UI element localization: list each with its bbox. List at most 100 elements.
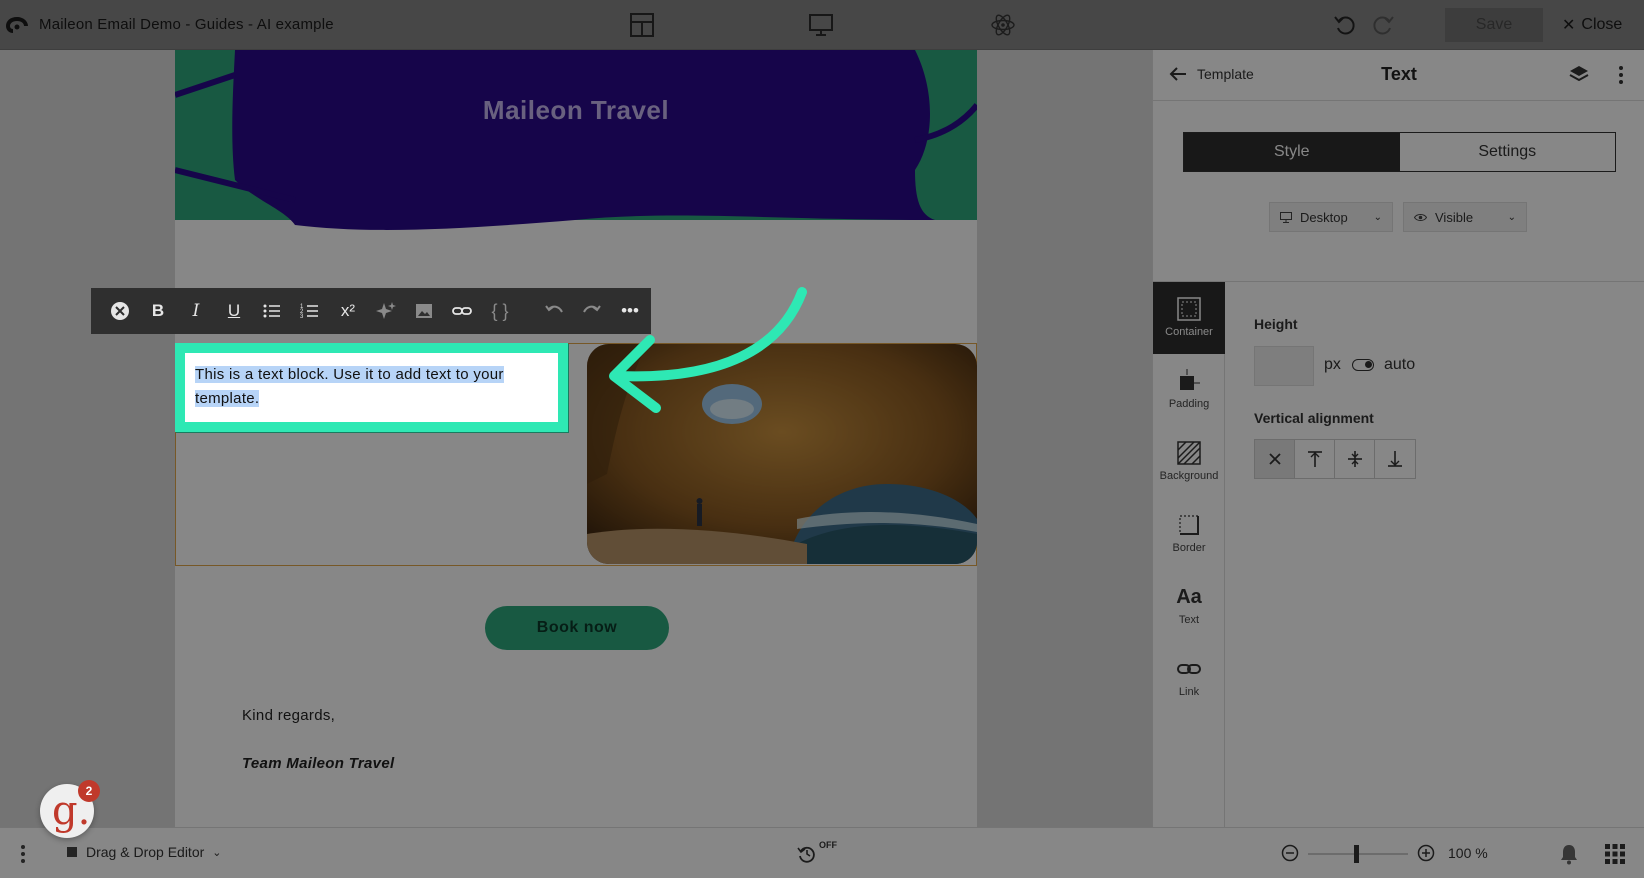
- close-label: Close: [1581, 16, 1623, 33]
- signature-text[interactable]: Team Maileon Travel: [242, 755, 394, 772]
- side-tab-container[interactable]: Container: [1153, 282, 1225, 354]
- chevron-down-icon: ⌄: [212, 846, 222, 859]
- maileon-logo-icon: [6, 17, 28, 33]
- svg-text:3: 3: [300, 314, 304, 320]
- chevron-down-icon: ⌄: [1507, 211, 1516, 223]
- device-dropdown[interactable]: Desktop ⌄: [1269, 202, 1393, 232]
- ai-sparkle-icon[interactable]: [367, 288, 405, 334]
- height-auto-label: auto: [1384, 356, 1416, 373]
- text-aa-icon: Aa: [1176, 586, 1202, 608]
- italic-icon[interactable]: I: [177, 288, 215, 334]
- code-braces-icon[interactable]: { }: [481, 288, 519, 334]
- link-icon[interactable]: [443, 288, 481, 334]
- panel-divider: [1153, 281, 1644, 282]
- side-tab-link[interactable]: Link: [1153, 642, 1225, 714]
- superscript-icon[interactable]: x²: [329, 288, 367, 334]
- close-icon: ✕: [1562, 17, 1576, 34]
- top-bar: Maileon Email Demo - Guides - AI example…: [0, 0, 1644, 50]
- tab-style[interactable]: Style: [1184, 133, 1400, 171]
- chevron-down-icon: ⌄: [1373, 211, 1382, 223]
- valign-top-button[interactable]: [1295, 440, 1335, 478]
- zoom-in-icon[interactable]: [1417, 844, 1435, 862]
- save-button[interactable]: Save: [1445, 8, 1543, 42]
- bold-icon[interactable]: B: [139, 288, 177, 334]
- eye-icon: [1414, 213, 1427, 221]
- side-tab-label: Padding: [1168, 398, 1210, 410]
- redo-icon[interactable]: [1370, 12, 1396, 38]
- side-tab-padding[interactable]: Padding: [1153, 354, 1225, 426]
- autosave-history-icon: [797, 846, 815, 863]
- numbered-list-icon[interactable]: 123: [291, 288, 329, 334]
- side-tab-label: Link: [1178, 686, 1200, 698]
- side-tab-label: Border: [1172, 542, 1206, 554]
- side-tab-background[interactable]: Background: [1153, 426, 1225, 498]
- text-block-highlight[interactable]: This is a text block. Use it to add text…: [175, 343, 568, 432]
- header-title: Maileon Travel: [482, 95, 670, 125]
- valign-middle-button[interactable]: [1335, 440, 1375, 478]
- align-middle-icon: [1347, 451, 1362, 467]
- editor-icon: [67, 847, 77, 857]
- text-block-highlight-content[interactable]: This is a text block. Use it to add text…: [195, 366, 504, 407]
- container-icon: [1177, 297, 1201, 321]
- zoom-out-icon[interactable]: [1281, 844, 1299, 862]
- height-auto-toggle[interactable]: [1352, 359, 1374, 371]
- x-icon: [1268, 453, 1281, 465]
- align-top-icon: [1307, 451, 1322, 467]
- vertical-alignment-label: Vertical alignment: [1254, 410, 1374, 426]
- side-tab-text[interactable]: Aa Text: [1153, 570, 1225, 642]
- header-banner[interactable]: Maileon Travel: [175, 50, 977, 245]
- app-title: Maileon Email Demo - Guides - AI example: [39, 16, 334, 33]
- monitor-icon: [1280, 211, 1292, 223]
- editor-mode-label: Drag & Drop Editor: [86, 844, 205, 860]
- tab-settings[interactable]: Settings: [1399, 133, 1615, 171]
- book-now-button[interactable]: Book now: [485, 606, 669, 650]
- height-input[interactable]: [1254, 346, 1314, 386]
- layout-grid-icon[interactable]: [629, 12, 655, 38]
- panel-menu-icon[interactable]: [1614, 64, 1628, 86]
- visibility-dropdown[interactable]: Visible ⌄: [1403, 202, 1527, 232]
- side-tab-label: Container: [1165, 326, 1213, 338]
- zoom-slider-thumb[interactable]: [1354, 845, 1359, 863]
- desktop-preview-icon[interactable]: [808, 12, 834, 38]
- padding-icon: [1180, 369, 1200, 390]
- email-canvas: Maileon Travel This is a text block. Use…: [0, 50, 1152, 827]
- align-bottom-icon: [1388, 451, 1402, 467]
- bottom-bar: Drag & Drop Editor ⌄ OFF 100 %: [0, 827, 1644, 878]
- device-dropdown-value: Desktop: [1300, 209, 1348, 225]
- side-tab-border[interactable]: Border: [1153, 498, 1225, 570]
- valign-none-button[interactable]: [1255, 440, 1295, 478]
- underline-icon[interactable]: U: [215, 288, 253, 334]
- guide-count-badge: 2: [78, 780, 100, 802]
- bullet-list-icon[interactable]: [253, 288, 291, 334]
- height-label: Height: [1254, 316, 1298, 332]
- autosave-toggle[interactable]: OFF: [797, 840, 841, 866]
- more-menu-icon[interactable]: [20, 844, 26, 864]
- email-body: Maileon Travel This is a text block. Use…: [175, 50, 977, 827]
- style-side-tabs: Container Padding Background Border Aa T…: [1153, 282, 1225, 827]
- panel-header: Template Text: [1153, 50, 1644, 101]
- editor-mode-dropdown[interactable]: Drag & Drop Editor ⌄: [66, 844, 222, 860]
- ai-atom-icon[interactable]: [990, 12, 1016, 38]
- undo-icon[interactable]: [1332, 12, 1358, 38]
- valign-bottom-button[interactable]: [1375, 440, 1415, 478]
- close-button[interactable]: ✕ Close: [1562, 15, 1622, 35]
- link-icon: [1177, 664, 1201, 674]
- regards-text[interactable]: Kind regards,: [242, 707, 335, 724]
- image-icon[interactable]: [405, 288, 443, 334]
- layers-icon[interactable]: [1568, 64, 1590, 86]
- border-icon: [1179, 515, 1199, 535]
- guide-arrow-icon: [609, 287, 807, 413]
- style-settings-tabs: Style Settings: [1183, 132, 1616, 172]
- apps-grid-icon[interactable]: [1603, 842, 1627, 866]
- notifications-bell-icon[interactable]: [1559, 843, 1579, 865]
- autosave-state: OFF: [819, 840, 837, 850]
- guide-launcher-button[interactable]: g. 2: [40, 780, 100, 838]
- toolbar-undo-icon[interactable]: [535, 288, 573, 334]
- zoom-level: 100 %: [1448, 845, 1488, 861]
- vertical-alignment-group: [1254, 439, 1416, 479]
- banner-graphic: [175, 50, 977, 245]
- close-toolbar-icon[interactable]: [101, 288, 139, 334]
- height-unit-label: px: [1324, 356, 1341, 373]
- background-hatch-icon: [1177, 441, 1201, 465]
- side-tab-label: Text: [1178, 614, 1200, 626]
